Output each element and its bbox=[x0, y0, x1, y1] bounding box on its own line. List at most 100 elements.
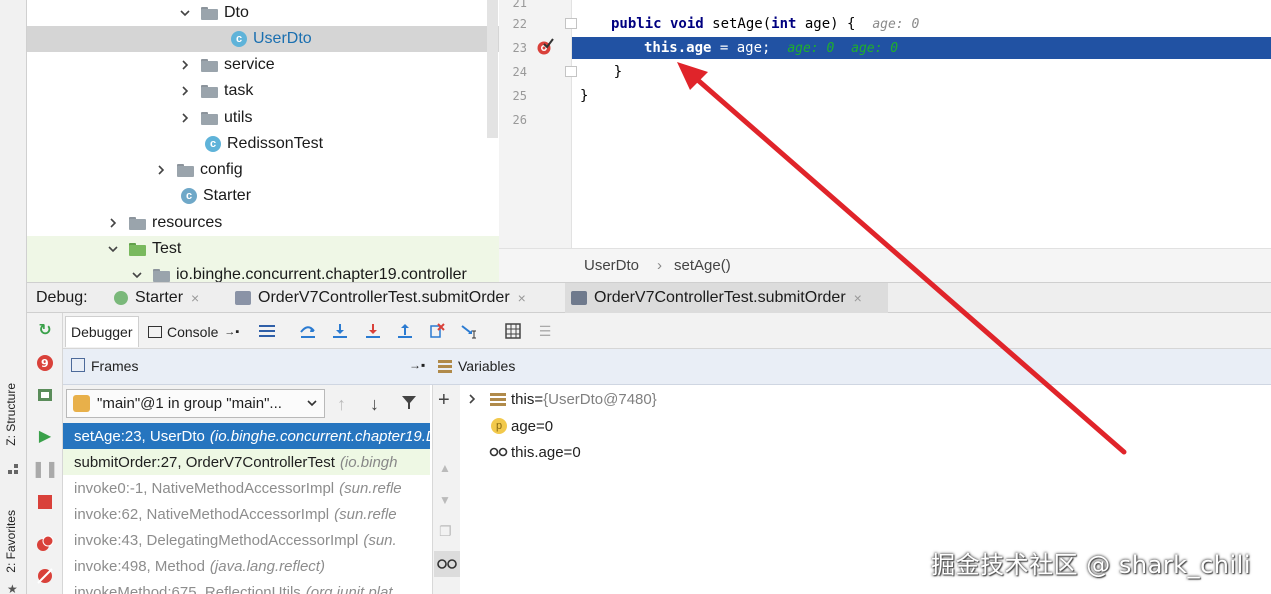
chevron-down-icon[interactable] bbox=[107, 243, 119, 255]
tree-item-utils[interactable]: utils bbox=[27, 105, 499, 131]
tree-item-userdto[interactable]: c UserDto bbox=[27, 26, 499, 52]
chevron-right-icon[interactable] bbox=[179, 112, 191, 124]
tab-label: OrderV7ControllerTest.submitOrder bbox=[258, 289, 510, 306]
chevron-down-icon[interactable] bbox=[179, 7, 191, 19]
tree-item-service[interactable]: service bbox=[27, 52, 499, 78]
frame-row[interactable]: invoke:62, NativeMethodAccessorImpl (sun.… bbox=[63, 501, 430, 527]
pause-icon[interactable]: ❚❚ bbox=[32, 460, 59, 478]
tree-item-test[interactable]: Test bbox=[27, 236, 499, 262]
structure-icon bbox=[8, 462, 19, 474]
force-step-into-icon[interactable] bbox=[365, 323, 381, 339]
view-breakpoints-icon[interactable] bbox=[36, 534, 54, 552]
inline-value-hint: age: 0 bbox=[851, 41, 899, 56]
tab-submitorder-1[interactable]: OrderV7ControllerTest.submitOrder × bbox=[229, 283, 532, 313]
code-line-23[interactable]: this.age = age; age: 0 age: 0 bbox=[644, 40, 898, 56]
method-signature: setAge( bbox=[703, 16, 772, 32]
arrow-down-icon[interactable]: ↓ bbox=[370, 394, 379, 415]
variable-row-age[interactable]: p age = 0 bbox=[491, 413, 553, 439]
step-out-icon[interactable] bbox=[397, 323, 413, 339]
chevron-down-icon[interactable] bbox=[131, 269, 143, 281]
code-line-25[interactable]: } bbox=[580, 88, 588, 104]
trace-current-stream-icon[interactable]: ☰ bbox=[537, 323, 553, 339]
frame-package: (sun. bbox=[363, 531, 397, 549]
test-folder-icon bbox=[129, 242, 146, 256]
tab-submitorder-2[interactable]: OrderV7ControllerTest.submitOrder × bbox=[565, 283, 888, 313]
structure-tool-tab[interactable]: Z: Structure bbox=[4, 383, 18, 446]
mute-breakpoints-icon[interactable] bbox=[36, 567, 54, 585]
frame-row[interactable]: setAge:23, UserDto (io.binghe.concurrent.… bbox=[63, 423, 430, 449]
restart-frame-icon[interactable]: 9 bbox=[36, 354, 54, 372]
stop-icon[interactable] bbox=[36, 493, 54, 511]
variable-row-this[interactable]: this = {UserDto@7480} bbox=[466, 386, 657, 412]
favorites-tool-tab[interactable]: 2: Favorites bbox=[4, 510, 18, 573]
resume-icon[interactable]: ▶ bbox=[36, 427, 54, 445]
move-up-icon[interactable]: ▲ bbox=[439, 461, 451, 475]
arrow-up-icon[interactable]: ↑ bbox=[337, 394, 346, 415]
code-line-24[interactable]: } bbox=[580, 64, 622, 80]
step-over-icon[interactable] bbox=[300, 323, 316, 339]
add-watch-icon[interactable]: + bbox=[438, 389, 450, 412]
keyword: this bbox=[644, 40, 678, 56]
chevron-right-icon[interactable] bbox=[179, 85, 191, 97]
frame-package: (org.junit.plat bbox=[305, 583, 393, 594]
tab-label: Console bbox=[167, 323, 219, 340]
update-app-icon[interactable] bbox=[36, 386, 54, 404]
breakpoint-check-icon[interactable] bbox=[535, 38, 555, 56]
tree-item-resources[interactable]: resources bbox=[27, 210, 499, 236]
breadcrumb-class[interactable]: UserDto bbox=[584, 257, 639, 274]
move-down-icon[interactable]: ▼ bbox=[439, 493, 451, 507]
thread-selector-row: "main"@1 in group "main"... ↑ ↓ bbox=[63, 385, 430, 423]
chevron-right-icon[interactable] bbox=[107, 217, 119, 229]
frame-row[interactable]: submitOrder:27, OrderV7ControllerTest (io… bbox=[63, 449, 430, 475]
field-name: .age bbox=[677, 40, 712, 56]
run-to-cursor-icon[interactable] bbox=[461, 323, 477, 339]
show-watches-icon[interactable] bbox=[434, 551, 460, 577]
close-icon[interactable]: × bbox=[518, 290, 526, 306]
variable-row-this-age[interactable]: this.age = 0 bbox=[489, 439, 581, 465]
favorites-tab-label: 2: Favorites bbox=[4, 510, 18, 573]
tree-item-label: Dto bbox=[224, 4, 249, 21]
step-into-icon[interactable] bbox=[332, 323, 348, 339]
copy-icon[interactable]: ❐ bbox=[439, 523, 452, 540]
tab-console[interactable]: Console →▪ bbox=[143, 316, 244, 347]
tab-starter[interactable]: Starter × bbox=[108, 283, 205, 313]
tab-debugger[interactable]: Debugger bbox=[65, 316, 139, 347]
tree-item-dto[interactable]: Dto bbox=[27, 0, 499, 26]
frame-package: (sun.refle bbox=[339, 479, 402, 497]
pin-icon[interactable]: →▪ bbox=[224, 326, 239, 338]
rerun-icon[interactable]: ↻ bbox=[36, 321, 54, 339]
project-tree: Dto c UserDto service task utils c Redis… bbox=[27, 0, 499, 282]
close-icon[interactable]: × bbox=[854, 290, 862, 306]
chevron-right-icon[interactable] bbox=[466, 393, 478, 405]
tree-item-config[interactable]: config bbox=[27, 157, 499, 183]
restore-layout-icon[interactable]: →▪ bbox=[409, 358, 425, 372]
frame-row[interactable]: invoke0:-1, NativeMethodAccessorImpl (sun… bbox=[63, 475, 430, 501]
debug-label-text: Debug: bbox=[36, 289, 88, 306]
menu-icon[interactable] bbox=[259, 323, 275, 339]
breadcrumb-method[interactable]: setAge() bbox=[674, 257, 731, 274]
tree-item-controller-package[interactable]: io.binghe.concurrent.chapter19.controlle… bbox=[27, 262, 499, 282]
frame-row[interactable]: invokeMethod:675, ReflectionUtils (org.ju… bbox=[63, 579, 430, 594]
frame-row[interactable]: invoke:498, Method (java.lang.reflect) bbox=[63, 553, 430, 579]
tree-scrollbar[interactable] bbox=[487, 0, 498, 138]
close-icon[interactable]: × bbox=[191, 290, 199, 306]
fold-marker-icon[interactable] bbox=[565, 66, 577, 77]
tree-item-redissontest[interactable]: c RedissonTest bbox=[27, 131, 499, 157]
tree-item-task[interactable]: task bbox=[27, 78, 499, 104]
evaluate-expression-icon[interactable] bbox=[505, 323, 521, 339]
fold-marker-icon[interactable] bbox=[565, 18, 577, 29]
code-line-22[interactable]: public void setAge(int age) { age: 0 bbox=[611, 16, 919, 32]
folder-icon bbox=[201, 6, 218, 20]
thread-selector[interactable]: "main"@1 in group "main"... bbox=[66, 389, 325, 418]
variable-equals: = bbox=[536, 417, 545, 435]
tree-item-starter[interactable]: c Starter bbox=[27, 183, 499, 209]
chevron-right-icon[interactable] bbox=[155, 164, 167, 176]
star-icon: ★ bbox=[7, 582, 18, 594]
frame-method: invoke:43, DelegatingMethodAccessorImpl bbox=[74, 531, 359, 549]
filter-icon[interactable] bbox=[401, 394, 417, 414]
drop-frame-icon[interactable] bbox=[429, 323, 445, 339]
frame-row[interactable]: invoke:43, DelegatingMethodAccessorImpl(… bbox=[63, 527, 430, 553]
variable-value: {UserDto@7480} bbox=[543, 390, 657, 408]
chevron-right-icon[interactable] bbox=[179, 59, 191, 71]
watch-icon bbox=[489, 447, 508, 457]
